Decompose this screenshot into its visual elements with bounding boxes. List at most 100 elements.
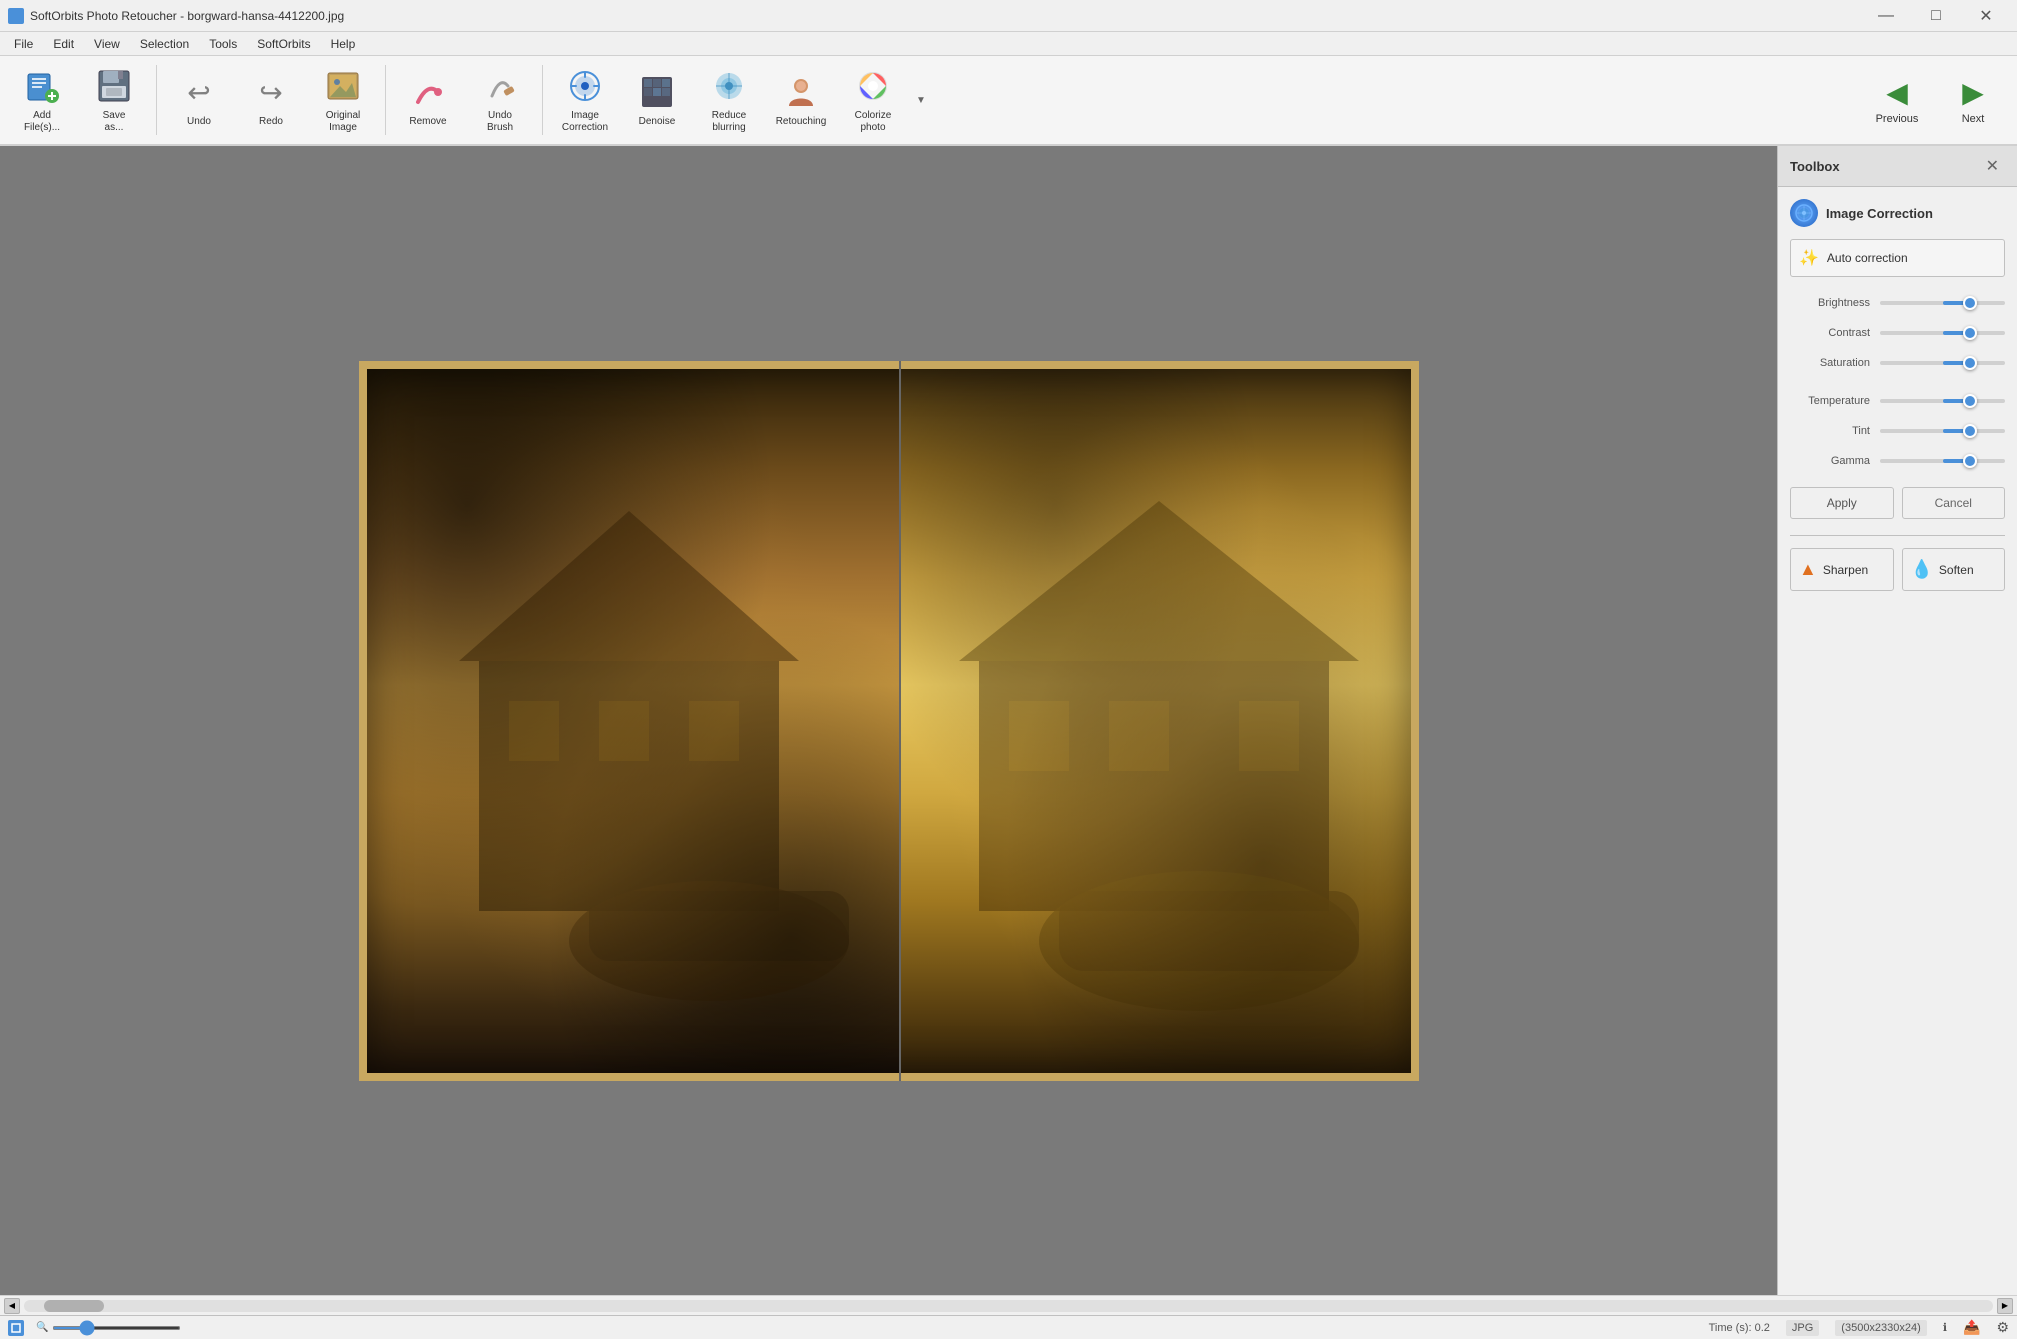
tint-slider[interactable] (1880, 421, 2005, 441)
scroll-thumb[interactable] (44, 1300, 104, 1312)
photo-border (359, 361, 1419, 1081)
original-image-button[interactable]: OriginalImage (309, 60, 377, 140)
remove-button[interactable]: Remove (394, 60, 462, 140)
status-right: Time (s): 0.2 JPG (3500x2330x24) ℹ 📤 ⚙ (1709, 1319, 2009, 1336)
zoom-slider[interactable] (52, 1326, 181, 1330)
menu-help[interactable]: Help (321, 35, 366, 53)
toolbar-more-button[interactable]: ▼ (911, 60, 931, 140)
reduce-blurring-icon (709, 66, 749, 106)
share-icon[interactable]: 📤 (1963, 1319, 1980, 1336)
sharpen-button[interactable]: ▲ Sharpen (1790, 548, 1894, 591)
next-icon: ▶ (1962, 76, 1984, 109)
toolbar-separator-1 (156, 65, 157, 135)
window-controls: — □ ✕ (1863, 0, 2009, 32)
apply-button[interactable]: Apply (1790, 487, 1894, 519)
retouching-label: Retouching (776, 116, 827, 128)
toolbar-separator-2 (385, 65, 386, 135)
save-as-button[interactable]: Saveas... (80, 60, 148, 140)
image-correction-icon (565, 66, 605, 106)
saturation-slider[interactable] (1880, 353, 2005, 373)
previous-label: Previous (1876, 113, 1919, 125)
saturation-label: Saturation (1790, 357, 1880, 369)
tint-label: Tint (1790, 425, 1880, 437)
sharpen-icon: ▲ (1799, 559, 1817, 580)
status-left: 🔍 (8, 1320, 181, 1336)
brightness-slider[interactable] (1880, 293, 2005, 313)
image-correction-label: ImageCorrection (562, 110, 608, 134)
scroll-track[interactable] (24, 1300, 1993, 1312)
toolbar-separator-3 (542, 65, 543, 135)
scroll-left-button[interactable]: ◀ (4, 1298, 20, 1314)
brightness-label: Brightness (1790, 297, 1880, 309)
menu-file[interactable]: File (4, 35, 43, 53)
split-line[interactable] (899, 361, 901, 1081)
image-correction-section-icon (1790, 199, 1818, 227)
close-button[interactable]: ✕ (1963, 0, 2009, 32)
saturation-row: Saturation (1790, 353, 2005, 373)
soften-icon: 💧 (1911, 559, 1933, 580)
save-as-label: Saveas... (103, 110, 126, 134)
undo-label: Undo (187, 116, 211, 128)
denoise-button[interactable]: Denoise (623, 60, 691, 140)
format-label: JPG (1786, 1320, 1819, 1336)
gamma-slider[interactable] (1880, 451, 2005, 471)
minimize-button[interactable]: — (1863, 0, 1909, 32)
photo-container (359, 361, 1419, 1081)
title-bar: SoftOrbits Photo Retoucher - borgward-ha… (0, 0, 2017, 32)
cancel-button[interactable]: Cancel (1902, 487, 2006, 519)
add-files-button[interactable]: AddFile(s)... (8, 60, 76, 140)
redo-label: Redo (259, 116, 283, 128)
undo-brush-icon (480, 66, 520, 106)
undo-button[interactable]: ↩ Undo (165, 60, 233, 140)
denoise-icon (637, 72, 677, 112)
previous-button[interactable]: ◀ Previous (1861, 60, 1933, 140)
scrollbar-area: ◀ ▶ (0, 1295, 2017, 1315)
status-bar: 🔍 Time (s): 0.2 JPG (3500x2330x24) ℹ 📤 ⚙ (0, 1315, 2017, 1339)
image-correction-title: Image Correction (1826, 206, 1933, 221)
undo-brush-button[interactable]: UndoBrush (466, 60, 534, 140)
soften-button[interactable]: 💧 Soften (1902, 548, 2006, 591)
add-files-icon (22, 66, 62, 106)
canvas-area[interactable] (0, 146, 1777, 1295)
redo-button[interactable]: ↪ Redo (237, 60, 305, 140)
redo-icon: ↪ (251, 72, 291, 112)
save-icon (94, 66, 134, 106)
info-icon[interactable]: ℹ (1943, 1321, 1947, 1334)
menu-tools[interactable]: Tools (199, 35, 247, 53)
toolbox-header: Toolbox ✕ (1778, 146, 2017, 187)
nav-buttons: ◀ Previous ▶ Next (1861, 60, 2009, 140)
next-button[interactable]: ▶ Next (1937, 60, 2009, 140)
time-label: Time (s): 0.2 (1709, 1322, 1770, 1334)
zoom-slider-area[interactable]: 🔍 (36, 1322, 181, 1333)
toolbox-close-button[interactable]: ✕ (1980, 154, 2005, 178)
denoise-label: Denoise (639, 116, 676, 128)
auto-correction-button[interactable]: ✨ Auto correction (1790, 239, 2005, 277)
toolbox-title: Toolbox (1790, 159, 1840, 174)
scroll-right-button[interactable]: ▶ (1997, 1298, 2013, 1314)
window-title: SoftOrbits Photo Retoucher - borgward-ha… (30, 9, 1863, 23)
colorize-icon (853, 66, 893, 106)
menu-view[interactable]: View (84, 35, 130, 53)
reduce-blurring-label: Reduceblurring (712, 110, 746, 134)
next-label: Next (1962, 113, 1985, 125)
menu-softorbits[interactable]: SoftOrbits (247, 35, 320, 53)
menu-selection[interactable]: Selection (130, 35, 199, 53)
toolbar: AddFile(s)... Saveas... ↩ Undo ↪ Redo (0, 56, 2017, 146)
colorize-button[interactable]: Colorizephoto (839, 60, 907, 140)
reduce-blurring-button[interactable]: Reduceblurring (695, 60, 763, 140)
image-correction-button[interactable]: ImageCorrection (551, 60, 619, 140)
sharpen-soften-row: ▲ Sharpen 💧 Soften (1790, 544, 2005, 595)
contrast-slider[interactable] (1880, 323, 2005, 343)
temperature-slider[interactable] (1880, 391, 2005, 411)
action-buttons: Apply Cancel (1790, 487, 2005, 519)
menu-edit[interactable]: Edit (43, 35, 84, 53)
maximize-button[interactable]: □ (1913, 0, 1959, 32)
tint-row: Tint (1790, 421, 2005, 441)
toolbox-panel: Toolbox ✕ Image Correction ✨ (1777, 146, 2017, 1295)
app-icon (8, 8, 24, 24)
auto-correction-label: Auto correction (1827, 251, 1908, 265)
retouching-button[interactable]: Retouching (767, 60, 835, 140)
temperature-row: Temperature (1790, 391, 2005, 411)
settings-icon[interactable]: ⚙ (1996, 1319, 2009, 1336)
sharpen-label: Sharpen (1823, 563, 1868, 577)
